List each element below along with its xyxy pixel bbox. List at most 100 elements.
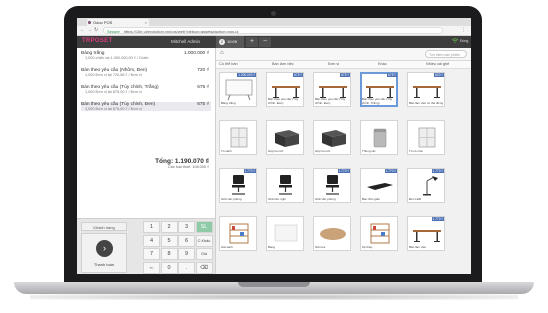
product-card[interactable]: Tủ có cửa — [407, 120, 445, 155]
product-name: Kệ thép — [362, 245, 373, 249]
key-5[interactable]: 5 — [160, 234, 178, 247]
order-line-price: 720 ₫ — [197, 68, 209, 73]
category-3[interactable]: Đơn vị — [328, 62, 339, 66]
url-input[interactable]: Secure https://10e.ui/evolution.vn/pos/w… — [103, 27, 443, 34]
product-card[interactable]: 1.770 ₫ Bàn làm việc — [407, 216, 445, 251]
product-image — [326, 175, 339, 195]
product-card[interactable]: 675 ₫ Bàn theo yêu cầu (Tùy chỉnh, Đen) — [313, 72, 351, 107]
product-card[interactable]: Giá sách — [219, 216, 257, 251]
order-line[interactable]: Bàn theo yêu cầu (Tùy chỉnh, Trắng) 1,00… — [81, 85, 211, 94]
wifi-icon — [451, 38, 459, 45]
product-price-tag: 1.770 ₫ — [337, 169, 350, 173]
order-line[interactable]: Bàn theo yêu cầu (Nhôm, Đen) 1,000 Đơn v… — [81, 68, 211, 77]
decimal-key[interactable]: . — [178, 261, 195, 274]
product-card[interactable]: 1.770 ₫ Đèn LED — [407, 168, 445, 203]
category-4[interactable]: Khác — [378, 62, 387, 66]
product-image — [413, 230, 441, 242]
camera-icon — [271, 11, 276, 16]
order-line-detail: 1,000 Đơn vị tại 675,00 ₫ / Đơn vị — [85, 90, 142, 94]
backspace-key[interactable]: ⌫ — [195, 261, 213, 274]
product-card[interactable]: 820 ₫ Bàn làm việc có thể đứng — [407, 72, 445, 107]
product-card[interactable]: 1.770 ₫ Ghế văn phòng — [219, 168, 257, 203]
category-2[interactable]: Bàn làm việc — [272, 62, 294, 66]
product-name: Ghế tiện nghi — [268, 197, 286, 201]
order-line-detail: 1,000 chiếc tại 1.000.000,00 ₫ / Chiếc — [85, 56, 149, 60]
product-image — [279, 175, 292, 195]
product-name: Tủ có cửa — [409, 149, 423, 153]
product-image — [322, 130, 346, 147]
key-8[interactable]: 8 — [160, 248, 178, 260]
product-card[interactable]: Hộp lưu trữ — [266, 120, 304, 155]
product-name: Bàn làm việc có thể đứng — [409, 101, 444, 105]
key-2[interactable]: 2 — [160, 221, 178, 233]
product-panel: ⌂ Tìm kiếm sản phẩm Có thể bán Bàn làm vi… — [216, 48, 471, 274]
secure-badge: Secure — [107, 29, 120, 34]
qty-mode-button[interactable]: SL — [195, 221, 213, 233]
product-card[interactable]: 1.770 ₫ Bàn đơn giản — [360, 168, 398, 203]
reload-icon[interactable]: ↻ — [94, 27, 98, 34]
key-6[interactable]: 6 — [178, 234, 195, 247]
browser-menu-icon[interactable]: ⋮ — [461, 27, 466, 33]
product-card[interactable]: 675 ₫ Bàn theo yêu cầu (Tùy chỉnh, Đen) — [266, 72, 304, 107]
key-9[interactable]: 9 — [178, 248, 195, 260]
key-1[interactable]: 1 — [143, 221, 160, 233]
product-image — [274, 224, 298, 242]
product-name: Bảng — [268, 245, 276, 249]
order-panel: Bảng trắng 1,000 chiếc tại 1.000.000,00 … — [77, 48, 216, 274]
order-line-selected[interactable]: Bàn theo yêu cầu (Tùy chỉnh, Đen) 1,000 … — [81, 102, 211, 111]
product-name: Tủ sách — [221, 149, 232, 153]
product-image — [275, 130, 299, 147]
product-price-tag: 675 ₫ — [293, 73, 303, 77]
product-price-tag: 1.770 ₫ — [431, 217, 444, 221]
order-tab[interactable]: 2 10:09 — [216, 36, 244, 48]
tab-close-icon[interactable]: × — [145, 19, 147, 26]
customer-button[interactable]: Khách hàng — [81, 222, 127, 231]
order-line[interactable]: Bảng trắng 1,000 chiếc tại 1.000.000,00 … — [81, 51, 211, 60]
product-card[interactable]: Gối tựa — [313, 216, 351, 251]
product-price-tag: 675 ₫ — [387, 73, 397, 77]
product-search-input[interactable]: Tìm kiếm sản phẩm — [425, 50, 467, 58]
discount-mode-button[interactable]: C.Khấu — [195, 234, 213, 247]
product-card[interactable]: Hộp lưu trữ — [313, 120, 351, 155]
product-card[interactable]: 1.000.000 ₫ Bảng trắng — [219, 72, 257, 107]
add-order-button[interactable]: + — [246, 37, 258, 47]
product-name: Ghế văn phòng — [221, 197, 242, 201]
back-icon[interactable]: ← — [80, 27, 85, 34]
key-4[interactable]: 4 — [143, 234, 160, 247]
product-card[interactable]: Kệ thép — [360, 216, 398, 251]
product-card[interactable]: Ghế tiện nghi — [266, 168, 304, 203]
category-5[interactable]: Nhiều cái ghế — [426, 62, 449, 66]
product-image — [232, 175, 245, 195]
product-image — [418, 127, 436, 148]
category-1[interactable]: Có thể bán — [219, 62, 238, 66]
remove-order-button[interactable]: − — [259, 37, 271, 47]
screen: Odoo POS × ← → ↻ Secure https://10e.ui/e… — [77, 18, 471, 274]
close-session-button[interactable]: Đóng — [460, 39, 468, 43]
product-card[interactable]: 675 ₫ Bàn theo yêu cầu (Tùy chỉnh, Trắng) — [360, 72, 398, 107]
payment-button[interactable]: › Thanh toán — [81, 233, 127, 273]
cashier-name[interactable]: Mitchell Admin — [171, 39, 200, 44]
product-card[interactable]: Bảng — [266, 216, 304, 251]
numpad-area: Khách hàng › Thanh toán 1 2 3 SL 4 5 6 C.Khấu 7 8… — [77, 218, 215, 274]
product-name: Hộp lưu trữ — [315, 149, 331, 153]
price-mode-button[interactable]: Giá — [195, 248, 213, 260]
product-card[interactable]: Thùng rác — [360, 120, 398, 155]
key-3[interactable]: 3 — [178, 221, 195, 233]
forward-icon[interactable]: → — [87, 27, 92, 34]
payment-label: Thanh toán — [93, 262, 115, 267]
home-icon[interactable]: ⌂ — [220, 50, 224, 56]
product-price-tag: 1.770 ₫ — [243, 169, 256, 173]
order-time: 10:09 — [227, 39, 238, 44]
product-card[interactable]: 1.770 ₫ Ghế văn phòng — [313, 168, 351, 203]
product-card[interactable]: Tủ sách — [219, 120, 257, 155]
product-name: Ghế văn phòng — [315, 197, 336, 201]
key-7[interactable]: 7 — [143, 248, 160, 260]
key-0[interactable]: 0 — [160, 261, 178, 274]
product-image — [230, 127, 248, 148]
product-price-tag: 1.770 ₫ — [431, 169, 444, 173]
plus-minus-key[interactable]: +/- — [143, 261, 160, 274]
pos-header: TRPOSET Mitchell Admin 2 10:09 + − Đóng — [77, 36, 471, 48]
browser-tab[interactable]: Odoo POS × — [87, 19, 149, 26]
product-image — [413, 86, 441, 98]
product-image — [367, 183, 393, 190]
